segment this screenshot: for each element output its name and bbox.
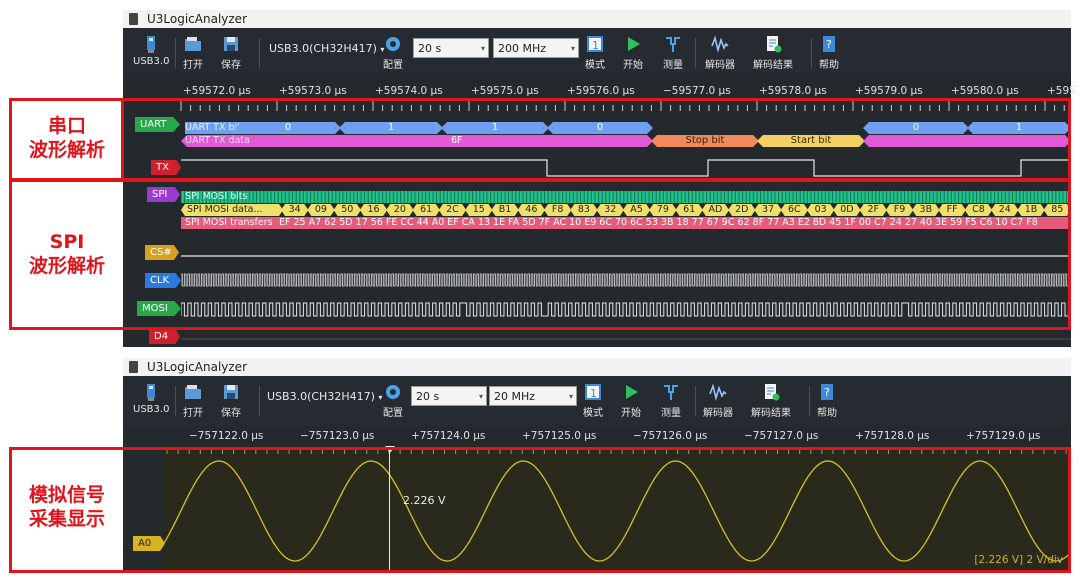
uart-highlight-box — [9, 98, 1071, 181]
toolbar-separator — [175, 38, 176, 68]
decoder-button[interactable]: 解码器 — [703, 382, 733, 419]
config-button[interactable]: 配置 — [383, 382, 403, 419]
open-button[interactable]: 打开 — [183, 382, 203, 419]
bottom-time-axis: −757122.0 μs −757123.0 μs +757124.0 μs +757… — [123, 430, 1071, 444]
svg-text:?: ? — [826, 38, 832, 51]
window-title: U3LogicAnalyzer — [147, 360, 248, 374]
save-icon — [224, 37, 238, 51]
help-button[interactable]: ? 帮助 — [817, 382, 837, 419]
help-book-icon: ? — [823, 36, 835, 52]
time-tick-label: +757129.0 μs — [966, 430, 1041, 442]
document-check-icon — [767, 36, 782, 53]
play-icon — [626, 385, 638, 399]
top-title-bar: U3LogicAnalyzer — [123, 10, 1071, 28]
time-tick-label: +59579.0 μs — [855, 85, 923, 97]
chevron-down-icon: ▾ — [478, 392, 483, 401]
time-tick-label: +59572.0 μs — [183, 85, 251, 97]
analog-highlight-box — [9, 447, 1071, 573]
bottom-title-bar: U3LogicAnalyzer — [123, 358, 1071, 376]
time-tick-label: +757128.0 μs — [855, 430, 930, 442]
decode-results-button[interactable]: 解码结果 — [751, 382, 791, 419]
time-tick-label: −757123.0 μs — [300, 430, 375, 442]
toolbar-separator — [809, 386, 810, 416]
mode-button[interactable]: 1 模式 — [583, 382, 603, 419]
folder-open-icon — [185, 385, 201, 399]
channel-tag-d4[interactable]: D4 — [149, 329, 180, 344]
svg-text:?: ? — [824, 386, 830, 399]
time-tick-label: +595 — [1047, 85, 1076, 97]
toolbar-separator — [259, 38, 260, 68]
time-tick-label: +59578.0 μs — [759, 85, 827, 97]
window-title: U3LogicAnalyzer — [147, 12, 248, 26]
sample-rate-select[interactable]: 20 MHz ▾ — [489, 386, 577, 406]
decoder-button[interactable]: 解码器 — [705, 34, 735, 71]
save-button[interactable]: 保存 — [221, 382, 241, 419]
time-tick-label: +757125.0 μs — [522, 430, 597, 442]
toolbar-separator — [259, 386, 260, 416]
chevron-down-icon: ▾ — [480, 44, 485, 53]
time-tick-label: +757124.0 μs — [411, 430, 486, 442]
save-button[interactable]: 保存 — [221, 34, 241, 71]
document-check-icon — [765, 384, 780, 401]
folder-open-icon — [185, 37, 201, 51]
chevron-down-icon: ▾ — [570, 44, 575, 53]
time-tick-label: −757122.0 μs — [189, 430, 264, 442]
device-button[interactable]: USB3.0 — [133, 382, 169, 415]
analog-annotation: 模拟信号 采集显示 — [28, 484, 105, 530]
start-button[interactable]: 开始 — [621, 382, 641, 419]
sample-rate-select[interactable]: 200 MHz ▾ — [493, 38, 579, 58]
time-tick-label: −757126.0 μs — [633, 430, 708, 442]
app-icon — [129, 13, 138, 25]
device-button[interactable]: USB3.0 — [133, 34, 169, 67]
time-tick-label: +59580.0 μs — [951, 85, 1019, 97]
help-button[interactable]: ? 帮助 — [819, 34, 839, 71]
open-button[interactable]: 打开 — [183, 34, 203, 71]
top-toolbar: USB3.0 打开 保存 USB3.0(CH32H417) ▾ 配置 20 s ▾… — [123, 28, 1071, 78]
chevron-down-icon: ▾ — [378, 393, 383, 402]
svg-text:1: 1 — [592, 39, 599, 52]
measure-icon — [666, 37, 680, 52]
app-icon — [129, 361, 138, 373]
duration-select[interactable]: 20 s ▾ — [411, 386, 487, 406]
device-selector[interactable]: USB3.0(CH32H417) ▾ — [269, 42, 384, 55]
time-tick-label: −757127.0 μs — [744, 430, 819, 442]
duration-select[interactable]: 20 s ▾ — [413, 38, 489, 58]
device-selector[interactable]: USB3.0(CH32H417) ▾ — [267, 390, 382, 403]
usb-device-icon — [147, 384, 156, 401]
mode-button[interactable]: 1 模式 — [585, 34, 605, 71]
d4-waveform — [181, 338, 1071, 340]
top-time-axis: +59572.0 μs +59573.0 μs +59574.0 μs +59575.… — [123, 85, 1076, 99]
chevron-down-icon: ▾ — [568, 392, 573, 401]
mode-icon: 1 — [587, 36, 603, 52]
spi-annotation: SPI 波形解析 — [28, 231, 105, 277]
help-book-icon: ? — [821, 384, 833, 400]
measure-button[interactable]: 测量 — [663, 34, 683, 71]
waveform-icon — [711, 35, 729, 54]
mode-icon: 1 — [585, 384, 601, 400]
measure-icon — [664, 385, 678, 400]
spi-highlight-box — [9, 179, 1071, 330]
time-tick-label: +59576.0 μs — [567, 85, 635, 97]
gear-icon — [386, 385, 400, 399]
bottom-toolbar: USB3.0 打开 保存 USB3.0(CH32H417) ▾ 配置 20 s ▾… — [123, 376, 1071, 426]
time-tick-label: +59574.0 μs — [375, 85, 443, 97]
toolbar-separator — [695, 386, 696, 416]
toolbar-separator — [175, 386, 176, 416]
play-icon — [628, 37, 640, 51]
toolbar-separator — [811, 38, 812, 68]
gear-icon — [386, 37, 400, 51]
config-button[interactable]: 配置 — [383, 34, 403, 71]
start-button[interactable]: 开始 — [623, 34, 643, 71]
waveform-icon — [709, 383, 727, 402]
decode-results-button[interactable]: 解码结果 — [753, 34, 793, 71]
usb-device-icon — [147, 36, 156, 53]
measure-button[interactable]: 测量 — [661, 382, 681, 419]
svg-text:1: 1 — [590, 387, 597, 400]
time-tick-label: +59575.0 μs — [471, 85, 539, 97]
save-icon — [224, 385, 238, 399]
uart-annotation: 串口 波形解析 — [28, 115, 105, 161]
time-tick-label: −59577.0 μs — [663, 85, 731, 97]
toolbar-separator — [695, 38, 696, 68]
time-tick-label: +59573.0 μs — [279, 85, 347, 97]
